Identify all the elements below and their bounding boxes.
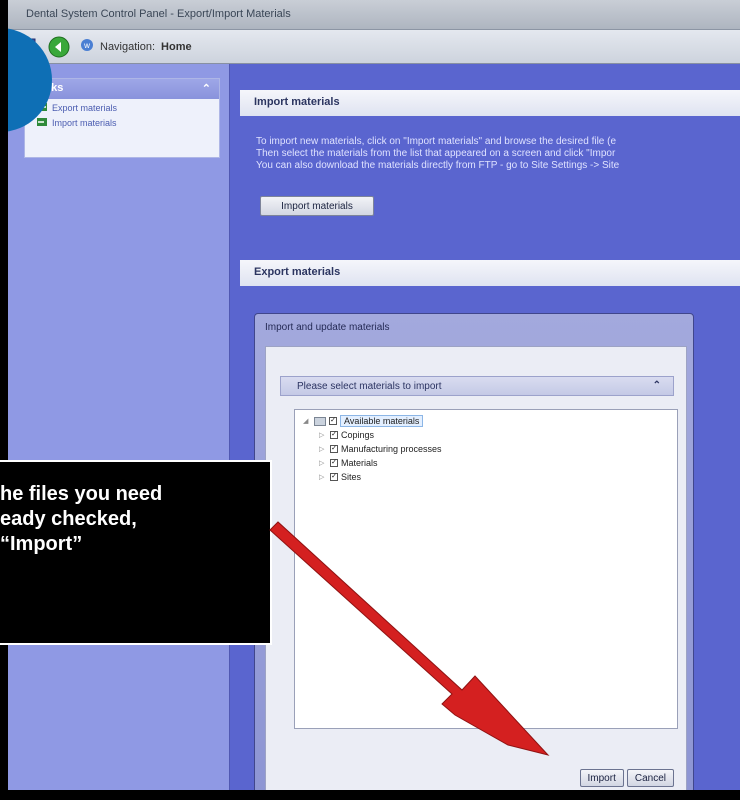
pointer-arrow-icon bbox=[269, 521, 550, 756]
